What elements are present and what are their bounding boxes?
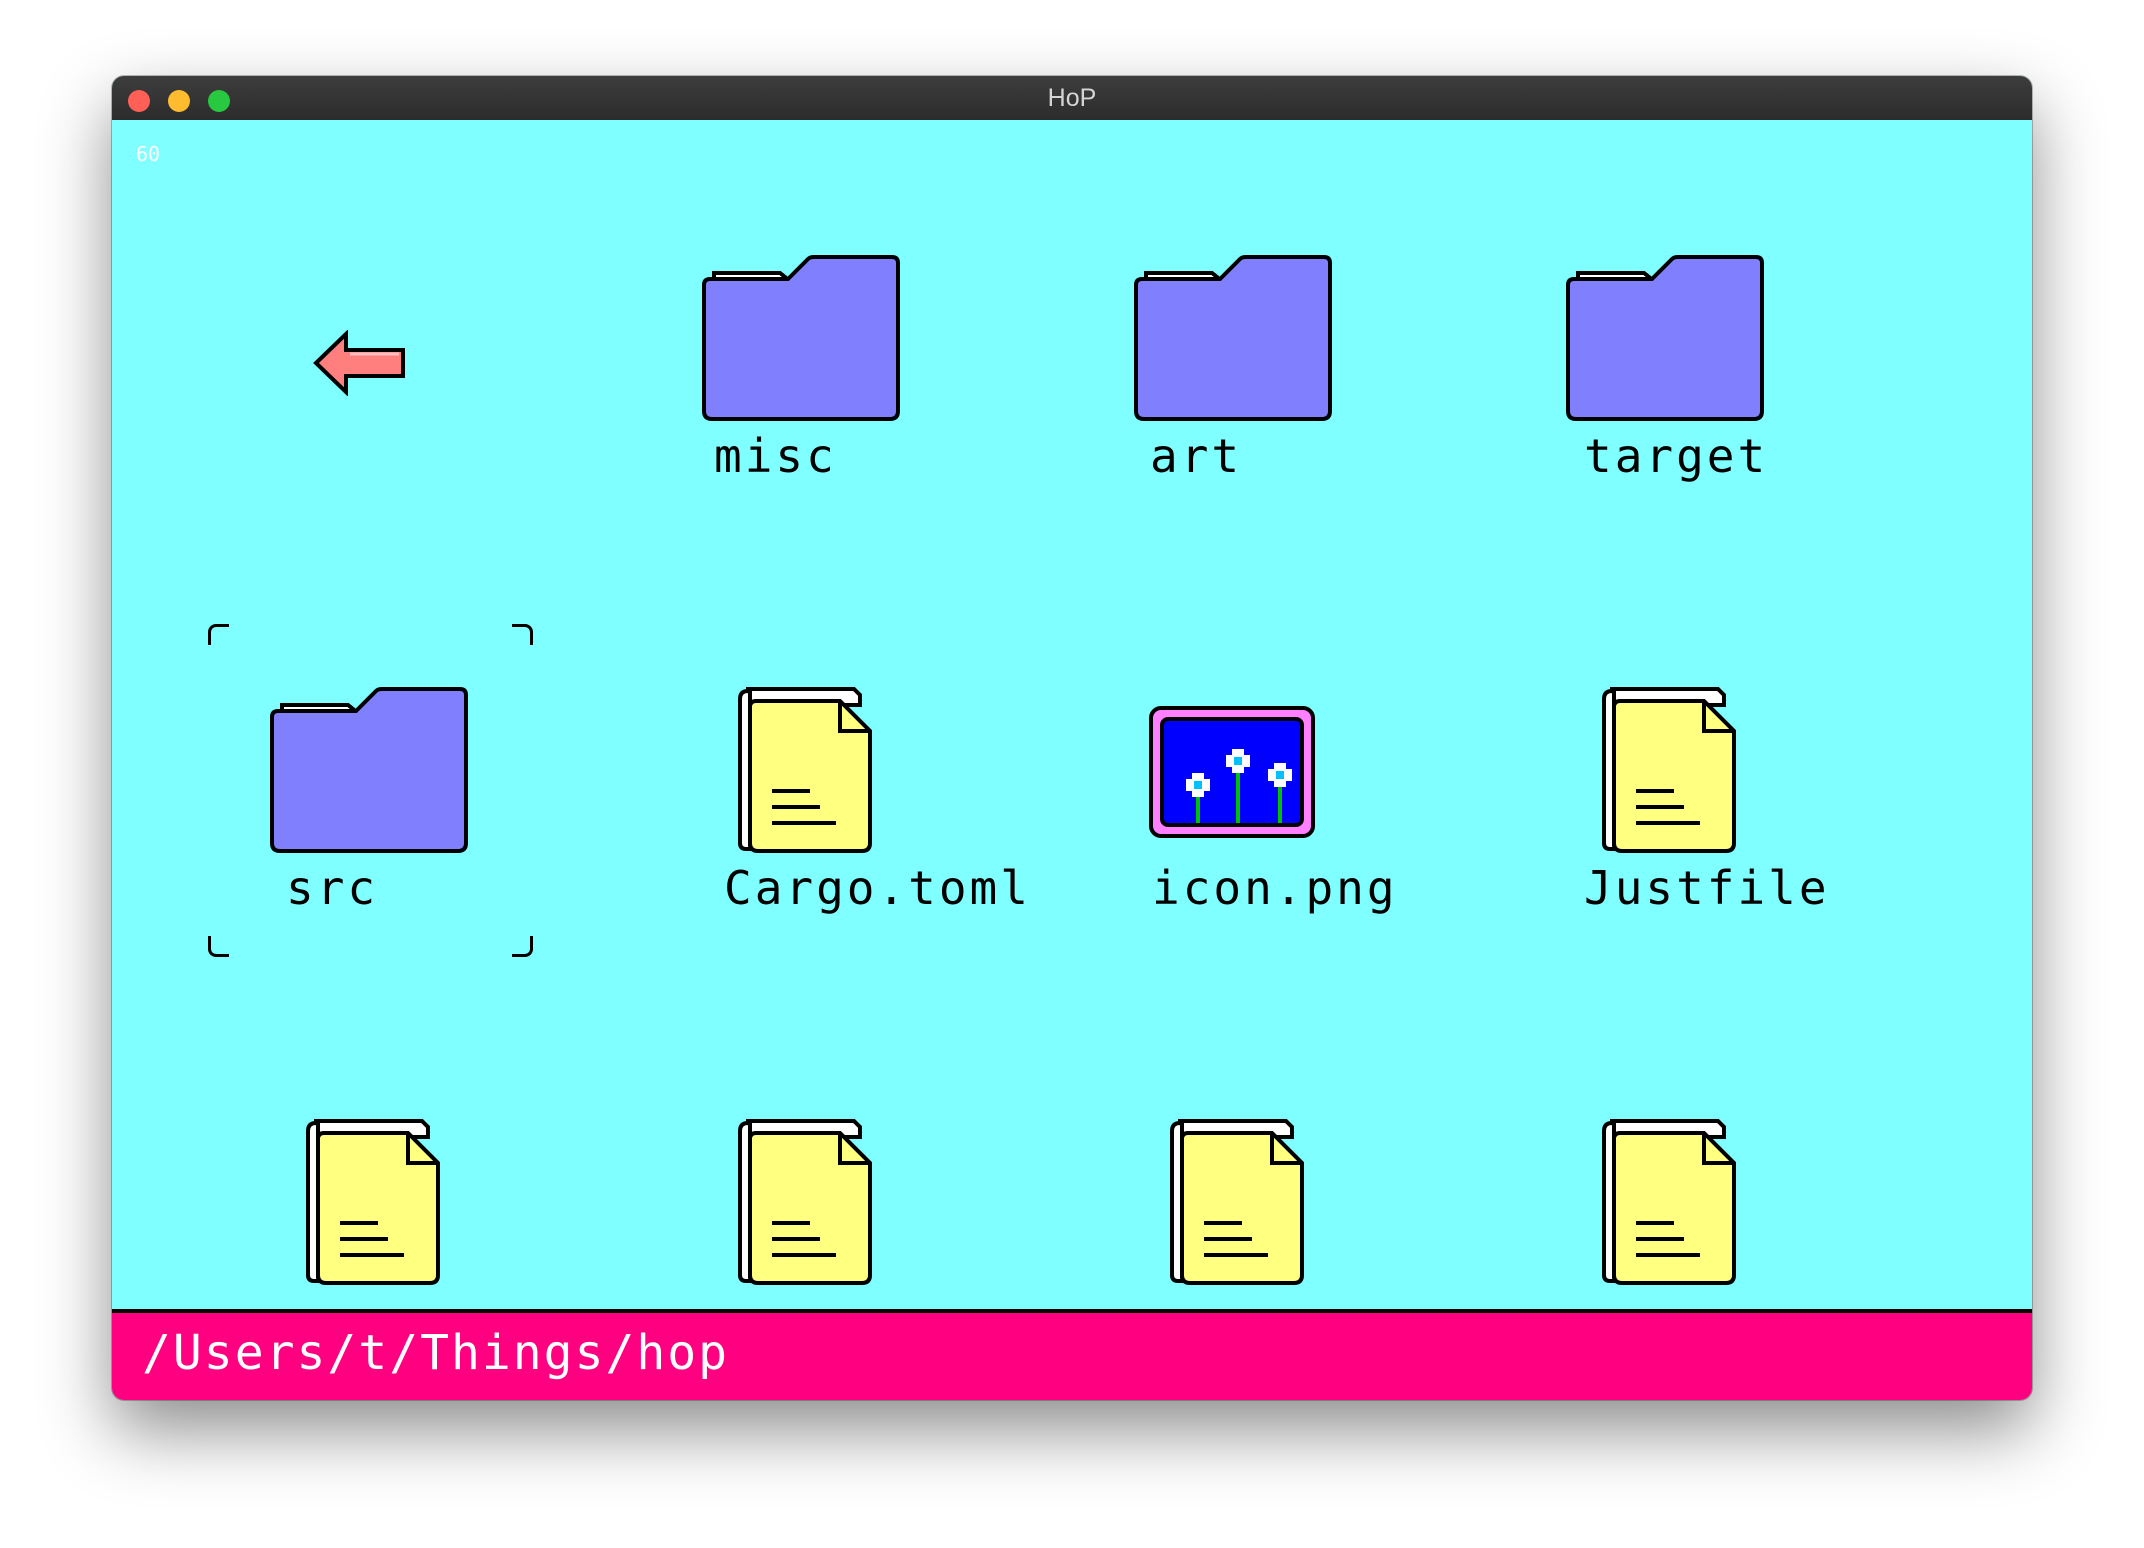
entry-label: Justfile [1584, 861, 1830, 915]
back-arrow-icon[interactable] [312, 330, 407, 396]
title-bar: HoP [112, 76, 2032, 120]
folder-icon [702, 255, 900, 421]
folder-icon [1566, 255, 1764, 421]
fps-counter: 60 [136, 142, 161, 166]
document-icon [306, 1119, 440, 1285]
current-path: /Users/t/Things/hop [142, 1325, 730, 1381]
selection-corner [208, 936, 229, 957]
document-icon [738, 687, 872, 853]
document-icon [1602, 1119, 1736, 1285]
entry-label: target [1584, 429, 1769, 483]
folder-item-src[interactable]: src [268, 685, 568, 985]
image-icon [1149, 706, 1315, 838]
file-item-justfile[interactable]: Justfile [1584, 685, 1900, 985]
file-item-icon-png[interactable]: icon.png [1148, 705, 1448, 1005]
file-grid: 60 misc art target src Cargo.toml icon.p… [112, 120, 2032, 1385]
folder-item-misc[interactable]: misc [700, 253, 1000, 553]
entry-label: src [286, 861, 379, 915]
app-window: HoP 60 misc art target src Cargo.toml ic… [112, 76, 2032, 1400]
document-icon [1170, 1119, 1304, 1285]
entry-label: icon.png [1152, 861, 1398, 915]
folder-item-target[interactable]: target [1564, 253, 1864, 553]
selection-corner [512, 624, 533, 645]
document-icon [738, 1119, 872, 1285]
folder-item-art[interactable]: art [1132, 253, 1432, 553]
entry-label: art [1150, 429, 1243, 483]
folder-icon [270, 687, 468, 853]
entry-label: Cargo.toml [724, 861, 1031, 915]
file-item-cargo-toml[interactable]: Cargo.toml [724, 685, 1036, 985]
window-title: HoP [1047, 84, 1097, 112]
status-bar: /Users/t/Things/hop [112, 1309, 2032, 1400]
selection-corner [208, 624, 229, 645]
folder-icon [1134, 255, 1332, 421]
entry-label: misc [714, 429, 837, 483]
document-icon [1602, 687, 1736, 853]
